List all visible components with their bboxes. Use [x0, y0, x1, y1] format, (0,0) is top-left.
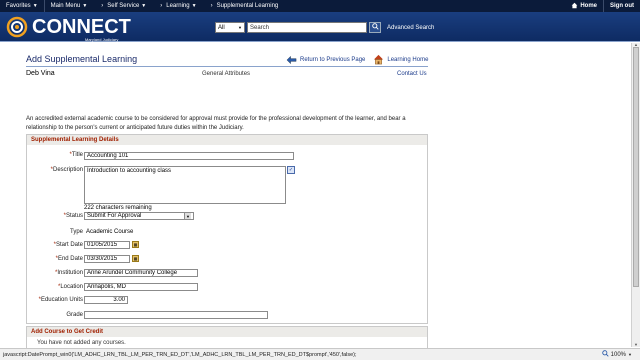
details-section-header: Supplemental Learning Details	[27, 135, 427, 145]
start-date-label: *Start Date	[31, 242, 83, 248]
house-icon	[373, 54, 384, 65]
institution-label-text: Institution	[57, 270, 83, 276]
education-units-label-text: Education Units	[40, 297, 83, 303]
calendar-icon[interactable]: ▦	[132, 255, 139, 262]
title-field[interactable]: Accounting 101	[84, 152, 294, 160]
end-date-field[interactable]: 03/30/2015	[84, 255, 130, 263]
chevron-down-icon: ▼	[82, 3, 88, 9]
breadcrumb-self-service[interactable]: › Self Service ▼	[93, 0, 152, 12]
main-menu[interactable]: Main Menu ▼	[43, 0, 94, 12]
zoom-level: 100%	[610, 351, 627, 358]
search-icon	[371, 23, 379, 32]
search-scope-select[interactable]: All ▼	[215, 22, 245, 33]
return-to-previous-link[interactable]: Return to Previous Page	[286, 54, 365, 65]
home-icon	[571, 2, 578, 11]
end-date-label-text: End Date	[57, 256, 83, 262]
contact-us-link[interactable]: Contact Us	[397, 71, 427, 77]
home-link[interactable]: Home	[565, 0, 603, 12]
vertical-scrollbar[interactable]: ▲ ▼	[631, 43, 640, 347]
breadcrumb-label: Self Service	[107, 3, 140, 9]
logo-subtitle: Maryland Judiciary	[85, 37, 119, 42]
institution-label: *Institution	[31, 270, 83, 276]
status-text: javascript:DatePrompt_win0('LM_ADHC_LRN_…	[3, 351, 357, 358]
return-arrow-icon	[286, 54, 297, 65]
intro-text: An accredited external academic course t…	[26, 116, 406, 131]
main-menu-label: Main Menu	[50, 3, 81, 9]
search-button[interactable]	[369, 22, 381, 33]
chevron-down-icon: ▼	[238, 25, 242, 30]
chevron-down-icon: ▼	[184, 213, 191, 219]
search-input[interactable]: Search	[247, 22, 367, 33]
education-units-label: *Education Units	[27, 297, 83, 303]
calendar-icon[interactable]: ▦	[132, 241, 139, 248]
search-scope-value: All	[218, 24, 225, 31]
description-label: *Description	[31, 167, 83, 173]
connect-logo[interactable]: CONNECT	[6, 16, 131, 38]
scroll-down-icon[interactable]: ▼	[632, 343, 640, 347]
top-nav-bar: Favorites ▼ Main Menu ▼ › Self Service ▼ › Le…	[0, 0, 640, 12]
description-label-text: Description	[52, 167, 83, 173]
chevron-down-icon: ▼	[141, 3, 147, 9]
location-field[interactable]: Annapolis, MD	[84, 283, 198, 291]
details-section: Supplemental Learning Details *Title Acc…	[26, 134, 428, 324]
spellcheck-icon[interactable]: ✓	[287, 166, 295, 174]
add-course-section: Add Course to Get Credit You have not ad…	[26, 326, 428, 350]
general-attributes-label: General Attributes	[202, 71, 251, 77]
logo-emblem-icon	[6, 16, 28, 38]
zoom-icon	[601, 350, 609, 359]
return-link-label: Return to Previous Page	[300, 56, 366, 63]
favorites-menu[interactable]: Favorites ▼	[0, 0, 44, 12]
grade-label: Grade	[66, 312, 83, 318]
favorites-label: Favorites	[6, 3, 31, 9]
location-label: *Location	[31, 284, 83, 290]
type-label: Type	[69, 229, 83, 235]
type-value: Academic Course	[86, 229, 134, 235]
status-label-text: Status	[65, 213, 83, 219]
advanced-search-link[interactable]: Advanced Search	[387, 25, 434, 31]
learner-name: Deb Vina	[26, 70, 55, 77]
learning-home-label: Learning Home	[387, 56, 429, 63]
breadcrumb-learning[interactable]: › Learning ▼	[152, 0, 202, 12]
breadcrumb-supplemental-learning[interactable]: › Supplemental Learning	[203, 0, 285, 12]
zoom-control[interactable]: 100% ▼	[601, 350, 632, 359]
page-tools: Return to Previous Page Learning Home	[286, 54, 428, 65]
no-courses-message: You have not added any courses.	[37, 340, 126, 346]
chevron-down-icon: ▼	[191, 3, 197, 9]
scrollbar-thumb[interactable]	[633, 47, 639, 287]
search-bar: All ▼ Search Advanced Search	[215, 22, 434, 33]
title-divider	[26, 66, 428, 67]
end-date-label: *End Date	[31, 256, 83, 262]
status-select[interactable]: Submit For Approval ▼	[84, 212, 194, 220]
chevron-down-icon: ▼	[628, 352, 632, 357]
chevron-right-icon: ›	[101, 3, 104, 9]
title-label-text: Title	[71, 152, 83, 158]
description-textarea[interactable]: Introduction to accounting class	[84, 166, 286, 204]
title-label: *Title	[31, 152, 83, 158]
sign-out-label: Sign out	[610, 3, 634, 9]
page-title: Add Supplemental Learning	[26, 54, 138, 64]
breadcrumb-label: Learning	[166, 3, 190, 9]
institution-field[interactable]: Anne Arundel Community College	[84, 269, 198, 277]
search-placeholder: Search	[250, 24, 270, 31]
breadcrumb-label: Supplemental Learning	[216, 3, 279, 9]
chevron-right-icon: ›	[160, 3, 163, 9]
location-label-text: Location	[60, 284, 83, 290]
start-date-label-text: Start Date	[55, 242, 83, 248]
add-course-section-header: Add Course to Get Credit	[27, 327, 427, 337]
home-label: Home	[580, 3, 597, 9]
chevron-down-icon: ▼	[32, 3, 38, 9]
chevron-right-icon: ›	[210, 3, 213, 9]
start-date-field[interactable]: 01/05/2015	[84, 241, 130, 249]
logo-text: CONNECT	[32, 16, 131, 38]
status-label: *Status	[31, 213, 83, 219]
education-units-field[interactable]: 3.00	[84, 296, 128, 304]
learning-home-link[interactable]: Learning Home	[373, 54, 428, 65]
status-value: Submit For Approval	[87, 213, 142, 219]
sign-out-link[interactable]: Sign out	[603, 0, 640, 12]
browser-status-bar: javascript:DatePrompt_win0('LM_ADHC_LRN_…	[0, 348, 640, 360]
grade-field[interactable]	[84, 311, 268, 319]
characters-remaining: 222 characters remaining	[84, 205, 152, 211]
